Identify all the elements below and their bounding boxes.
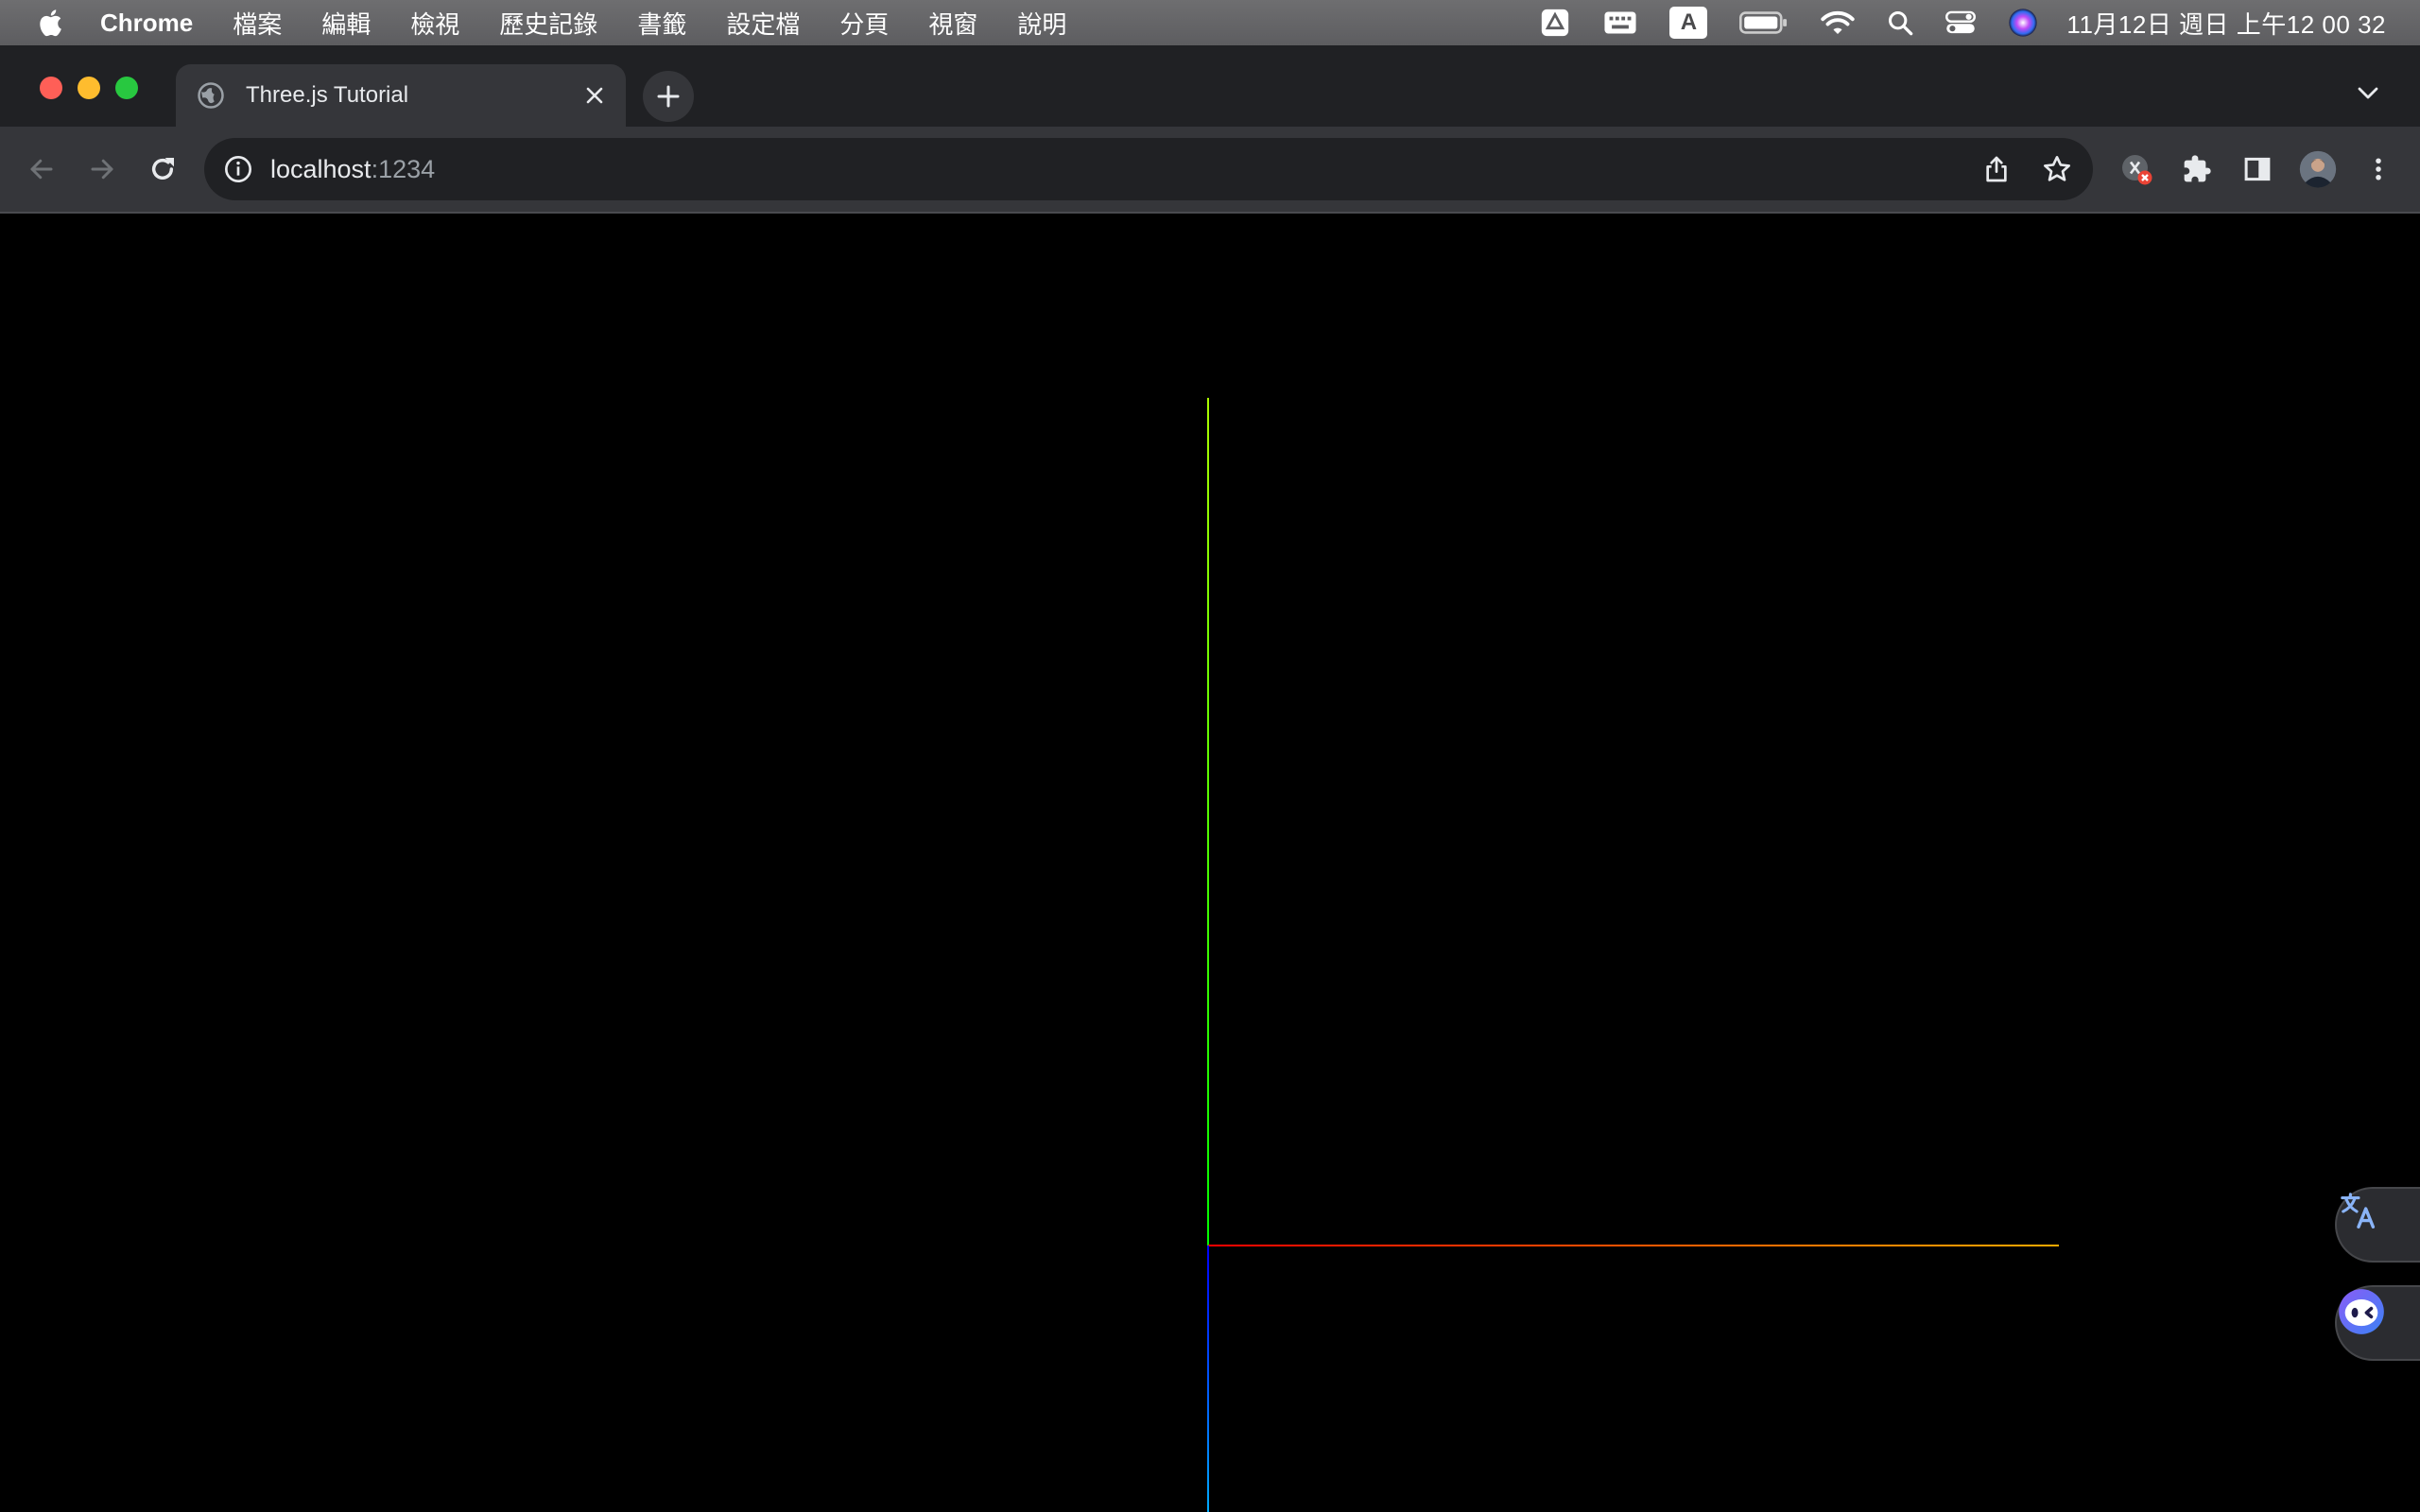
battery-icon[interactable] <box>1739 9 1789 36</box>
tab-close-icon[interactable] <box>580 81 609 110</box>
window-minimize-button[interactable] <box>78 77 100 99</box>
input-method-indicator[interactable]: A <box>1669 7 1708 39</box>
side-panel-icon <box>2244 157 2271 181</box>
extension-shield-icon <box>2122 155 2152 185</box>
spotlight-search-icon[interactable] <box>1887 9 1913 36</box>
puzzle-icon <box>2184 155 2211 182</box>
translate-icon <box>2341 1193 2376 1228</box>
back-button[interactable] <box>23 150 60 188</box>
menu-app-chrome[interactable]: Chrome <box>100 9 193 38</box>
wifi-icon[interactable] <box>1821 9 1856 37</box>
chevron-down-icon <box>2358 87 2378 99</box>
menu-profiles[interactable]: 設定檔 <box>726 6 800 41</box>
avatar <box>2299 150 2337 188</box>
menu-help[interactable]: 說明 <box>1017 6 1066 41</box>
share-icon[interactable] <box>1981 154 2012 184</box>
bookmark-star-icon[interactable] <box>2042 154 2072 184</box>
menu-file[interactable]: 檔案 <box>233 6 282 41</box>
chrome-window: Three.js Tutorial localhost:1234 <box>0 45 2420 1512</box>
siri-icon[interactable] <box>2008 8 2038 38</box>
menu-bookmarks[interactable]: 書籤 <box>637 6 686 41</box>
arrow-left-icon <box>30 159 53 180</box>
google-drive-icon[interactable] <box>1539 7 1571 39</box>
macos-menu-bar: Chrome 檔案 編輯 檢視 歷史記錄 書籤 設定檔 分頁 視窗 說明 A 1… <box>0 0 2420 45</box>
menu-window[interactable]: 視窗 <box>928 6 977 41</box>
profile-avatar-button[interactable] <box>2299 150 2337 188</box>
translate-extension-button[interactable] <box>2335 1187 2420 1263</box>
tab-title: Three.js Tutorial <box>246 82 409 108</box>
webgl-canvas[interactable] <box>0 215 2420 1512</box>
globe-icon <box>198 82 224 109</box>
keyboard-icon[interactable] <box>1603 9 1637 36</box>
extension-blocked-button[interactable] <box>2118 150 2155 188</box>
menu-bar-status-area: A 11月12日 週日 上午12 00 32 <box>1507 0 2386 45</box>
site-info-icon[interactable] <box>223 154 253 184</box>
address-bar[interactable]: localhost:1234 <box>204 138 2093 200</box>
extensions-button[interactable] <box>2178 150 2216 188</box>
robot-face-icon <box>2339 1289 2384 1334</box>
url-port: :1234 <box>371 154 436 183</box>
reload-icon <box>151 158 174 180</box>
tab-strip: Three.js Tutorial <box>0 45 2420 127</box>
url-host: localhost <box>270 154 372 183</box>
assistant-extension-button[interactable] <box>2335 1285 2420 1361</box>
menu-bar-clock[interactable]: 11月12日 週日 上午12 00 32 <box>2066 6 2386 41</box>
control-center-icon[interactable] <box>1945 9 1977 36</box>
side-panel-button[interactable] <box>2238 150 2276 188</box>
new-tab-button[interactable] <box>643 71 694 122</box>
chrome-menu-button[interactable] <box>2360 150 2397 188</box>
menu-tab[interactable]: 分頁 <box>839 6 889 41</box>
reload-button[interactable] <box>144 150 182 188</box>
apple-logo-icon[interactable] <box>36 7 68 39</box>
menu-history[interactable]: 歷史記錄 <box>499 6 597 41</box>
plus-icon <box>657 85 680 108</box>
window-fullscreen-button[interactable] <box>115 77 138 99</box>
forward-button[interactable] <box>83 150 121 188</box>
tab-search-button[interactable] <box>2354 79 2382 108</box>
arrow-right-icon <box>91 159 113 180</box>
tab-active[interactable]: Three.js Tutorial <box>176 64 626 127</box>
axes-helper <box>1207 398 2059 1512</box>
menu-edit[interactable]: 編輯 <box>321 6 371 41</box>
window-close-button[interactable] <box>40 77 62 99</box>
menu-view[interactable]: 檢視 <box>410 6 459 41</box>
more-vert-icon <box>2376 158 2381 180</box>
browser-toolbar: localhost:1234 <box>0 127 2420 214</box>
url-text[interactable]: localhost:1234 <box>270 155 435 184</box>
